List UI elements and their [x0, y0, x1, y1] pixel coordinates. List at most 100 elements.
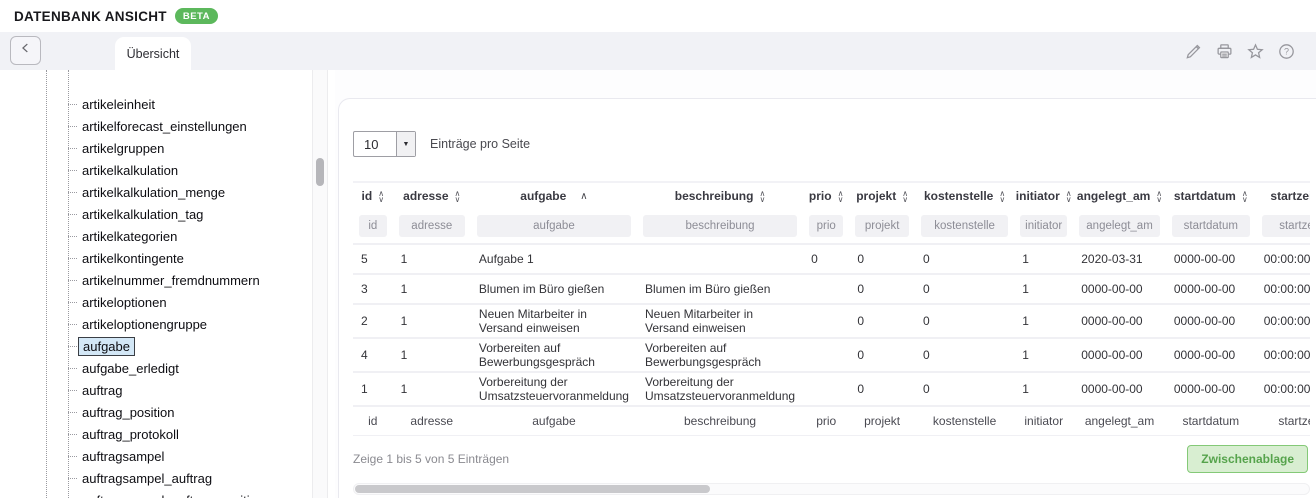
table-row: 11Vorbereitung der Umsatzsteuervoranmeld… [353, 372, 1310, 406]
sidebar-item-auftragsampel_auftrag_position[interactable]: auftragsampel_auftrag_position [0, 489, 305, 498]
cell-angelegt_am: 0000-00-00 [1073, 338, 1166, 372]
column-header-kostenstelle[interactable]: kostenstelle∧∨ [915, 182, 1014, 209]
filter-input-initiator[interactable] [1020, 215, 1067, 237]
sidebar-item-label: artikeloptionengruppe [78, 316, 211, 333]
sidebar-scrollbar[interactable] [312, 70, 328, 498]
cell-id: 5 [353, 244, 393, 274]
sidebar-item-artikeleinheit[interactable]: artikeleinheit [0, 93, 305, 115]
column-header-label: angelegt_am [1077, 189, 1150, 203]
column-header-aufgabe[interactable]: aufgabe∧ [471, 182, 637, 209]
sidebar-item-label: artikeleinheit [78, 96, 159, 113]
beta-badge: BETA [175, 8, 218, 24]
filter-input-aufgabe[interactable] [477, 215, 631, 237]
cell-beschreibung: Blumen im Büro gießen [637, 274, 803, 304]
column-header-label: aufgabe [520, 189, 566, 203]
tab-uebersicht[interactable]: Übersicht [115, 37, 191, 70]
chevron-left-icon [19, 41, 33, 60]
sidebar-item-auftrag_protokoll[interactable]: auftrag_protokoll [0, 423, 305, 445]
filter-input-id[interactable] [359, 215, 387, 237]
sidebar-item-aufgabe_erledigt[interactable]: aufgabe_erledigt [0, 357, 305, 379]
cell-kostenstelle: 0 [915, 304, 1014, 338]
table-list-sidebar: artikeleinheit artikelforecast_einstellun… [0, 70, 335, 498]
sort-both-icon: ∧∨ [1066, 191, 1072, 203]
cell-kostenstelle: 0 [915, 372, 1014, 406]
sidebar-item-artikelkalkulation_menge[interactable]: artikelkalkulation_menge [0, 181, 305, 203]
column-header-angelegt_am[interactable]: angelegt_am∧∨ [1073, 182, 1166, 209]
edit-pencil-icon[interactable] [1184, 42, 1202, 60]
page-size-select[interactable]: 10 ▼ [353, 131, 416, 157]
sidebar-item-artikelkontingente[interactable]: artikelkontingente [0, 247, 305, 269]
sidebar-scrollbar-thumb[interactable] [316, 158, 324, 186]
column-header-startdatum[interactable]: startdatum∧∨ [1166, 182, 1256, 209]
cell-startzeit: 00:00:00 [1256, 372, 1310, 406]
column-header-projekt[interactable]: projekt∧∨ [849, 182, 915, 209]
cell-beschreibung: Vorbereiten auf Bewerbungsgespräch [637, 338, 803, 372]
sidebar-item-artikelforecast_einstellungen[interactable]: artikelforecast_einstellungen [0, 115, 305, 137]
sidebar-item-label: artikelkontingente [78, 250, 188, 267]
filter-input-startzeit[interactable] [1262, 215, 1310, 237]
column-header-id[interactable]: id∧∨ [353, 182, 393, 209]
column-header-beschreibung[interactable]: beschreibung∧∨ [637, 182, 803, 209]
page-size-label: Einträge pro Seite [430, 137, 530, 151]
footer-column-projekt: projekt [849, 406, 915, 435]
sidebar-item-artikelkategorien[interactable]: artikelkategorien [0, 225, 305, 247]
cell-angelegt_am: 0000-00-00 [1073, 372, 1166, 406]
column-header-label: initiator [1016, 189, 1060, 203]
svg-text:?: ? [1283, 46, 1288, 56]
horizontal-scrollbar[interactable] [353, 483, 1310, 495]
column-header-adresse[interactable]: adresse∧∨ [393, 182, 471, 209]
clipboard-button[interactable]: Zwischenablage [1187, 445, 1308, 473]
sidebar-item-artikeloptionengruppe[interactable]: artikeloptionengruppe [0, 313, 305, 335]
app-header: DATENBANK ANSICHT BETA [0, 0, 1316, 32]
sidebar-item-aufgabe[interactable]: aufgabe [0, 335, 305, 357]
sidebar-item-label: artikelkalkulation [78, 162, 182, 179]
footer-header-row: idadresseaufgabebeschreibungprioprojektk… [353, 406, 1310, 435]
filter-input-startdatum[interactable] [1172, 215, 1250, 237]
sidebar-item-artikelgruppen[interactable]: artikelgruppen [0, 137, 305, 159]
print-icon[interactable] [1215, 42, 1233, 60]
filter-input-prio[interactable] [809, 215, 843, 237]
filter-input-projekt[interactable] [855, 215, 909, 237]
sidebar-item-artikelkalkulation[interactable]: artikelkalkulation [0, 159, 305, 181]
cell-adresse: 1 [393, 304, 471, 338]
sidebar-item-artikelkalkulation_tag[interactable]: artikelkalkulation_tag [0, 203, 305, 225]
sidebar-item-label: auftrag [78, 382, 126, 399]
sidebar-item-label: artikelkalkulation_menge [78, 184, 229, 201]
filter-input-beschreibung[interactable] [643, 215, 797, 237]
cell-projekt: 0 [849, 372, 915, 406]
cell-initiator: 1 [1014, 372, 1073, 406]
cell-id: 2 [353, 304, 393, 338]
data-table-wrap: id∧∨adresse∧∨aufgabe∧beschreibung∧∨prio∧… [353, 181, 1310, 436]
cell-startdatum: 0000-00-00 [1166, 372, 1256, 406]
sidebar-item-artikeloptionen[interactable]: artikeloptionen [0, 291, 305, 313]
sidebar-item-artikelnummer_fremdnummern[interactable]: artikelnummer_fremdnummern [0, 269, 305, 291]
back-button[interactable] [10, 36, 41, 65]
horizontal-scrollbar-thumb[interactable] [355, 485, 710, 493]
sidebar-item-auftrag[interactable]: auftrag [0, 379, 305, 401]
cell-startzeit: 00:00:00 [1256, 304, 1310, 338]
table-row: 21Neuen Mitarbeiter in Versand einweisen… [353, 304, 1310, 338]
filter-input-kostenstelle[interactable] [921, 215, 1008, 237]
pagesize-row: 10 ▼ Einträge pro Seite [353, 131, 1310, 157]
sidebar-item-auftrag_position[interactable]: auftrag_position [0, 401, 305, 423]
sidebar-item-label: auftragsampel_auftrag_position [78, 492, 268, 498]
select-dropdown-arrow-icon[interactable]: ▼ [396, 132, 415, 156]
column-header-label: startzeit [1270, 189, 1310, 203]
sidebar-item-label: artikelnummer_fremdnummern [78, 272, 264, 289]
column-header-initiator[interactable]: initiator ∧∨ [1014, 182, 1073, 209]
sidebar-item-auftragsampel_auftrag[interactable]: auftragsampel_auftrag [0, 467, 305, 489]
page-size-value: 10 [354, 132, 396, 156]
cell-prio [803, 372, 849, 406]
filter-input-angelegt_am[interactable] [1079, 215, 1160, 237]
sidebar-item-auftragsampel[interactable]: auftragsampel [0, 445, 305, 467]
column-header-prio[interactable]: prio∧∨ [803, 182, 849, 209]
toolbar-icons: ? [1184, 32, 1295, 70]
help-icon[interactable]: ? [1277, 42, 1295, 60]
cell-initiator: 1 [1014, 244, 1073, 274]
column-header-startzeit[interactable]: startzeit∧∨ [1256, 182, 1310, 209]
sidebar-item-label: artikelgruppen [78, 140, 168, 157]
cell-startdatum: 0000-00-00 [1166, 304, 1256, 338]
filter-input-adresse[interactable] [399, 215, 465, 237]
favorite-star-icon[interactable] [1246, 42, 1264, 60]
column-header-label: adresse [403, 189, 448, 203]
